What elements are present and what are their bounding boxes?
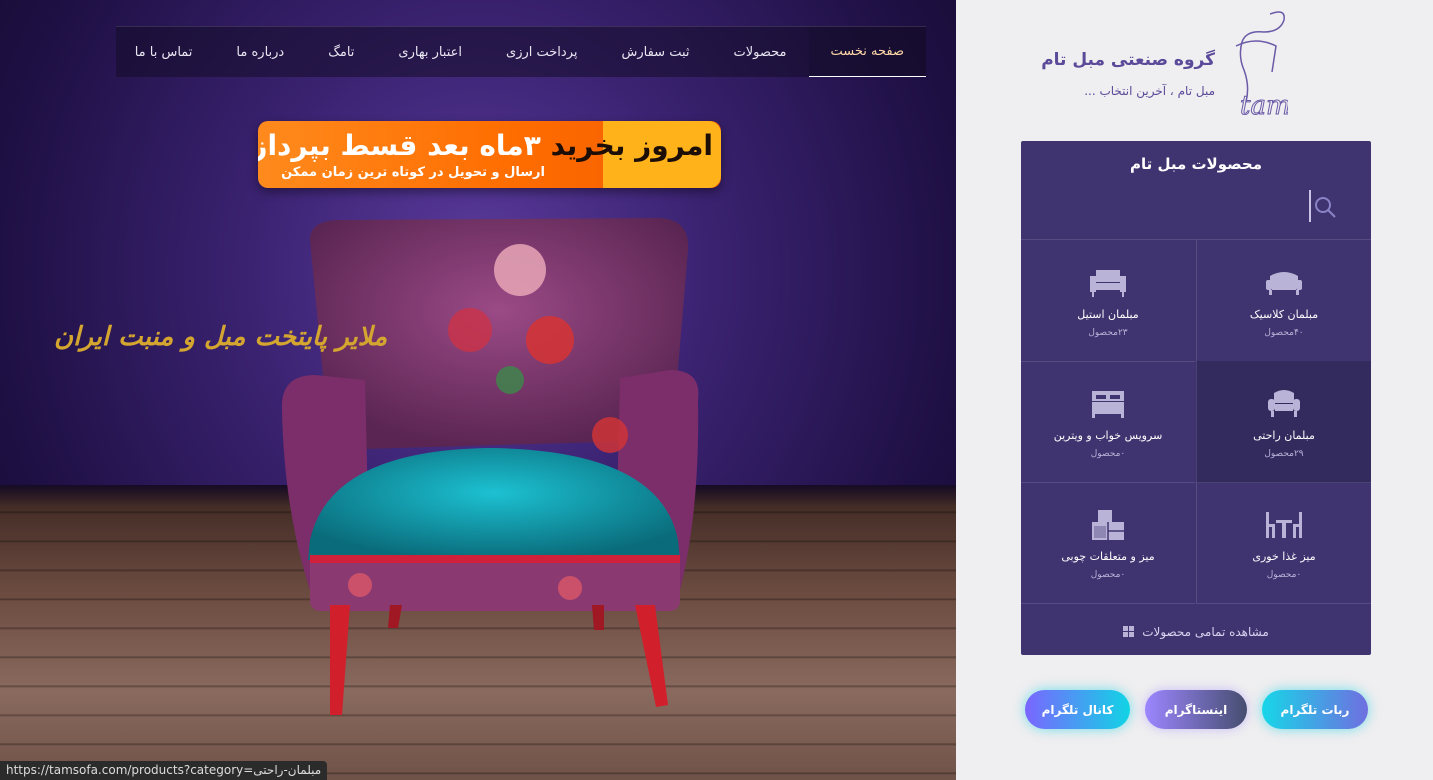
banner-subtitle: ارسال و تحویل در کوتاه ترین زمان ممکن xyxy=(281,165,545,180)
brand-title: گروه صنعتی مبل تام xyxy=(1041,50,1215,70)
grid-icon xyxy=(1123,626,1135,637)
category-label: مبلمان کلاسیک xyxy=(1249,308,1319,321)
telegram-bot-button[interactable]: ربات تلگرام xyxy=(1262,690,1368,729)
nav-order[interactable]: ثبت سفارش xyxy=(600,27,712,77)
category-label: میز غذا خوری xyxy=(1252,550,1316,563)
category-count: ۰محصول xyxy=(1266,570,1302,580)
banner-title-pay: بعد قسط بپردازید xyxy=(258,129,470,162)
slogan-text: ملایر پایتخت مبل و منبت ایران xyxy=(54,322,388,352)
search-icon[interactable] xyxy=(1313,195,1337,219)
brand-tagline: مبل تام ، آخرین انتخاب ... xyxy=(1084,84,1215,98)
product-search[interactable] xyxy=(1021,185,1371,239)
category-bedroom[interactable]: سرویس خواب و ویترین ۰محصول xyxy=(1021,361,1195,483)
category-label: مبلمان راحتی xyxy=(1253,429,1315,442)
search-input[interactable] xyxy=(1309,190,1311,222)
nav-about[interactable]: درباره ما xyxy=(214,27,306,77)
category-dining[interactable]: میز غذا خوری ۰محصول xyxy=(1196,482,1371,604)
classic-sofa-icon xyxy=(1266,272,1302,295)
category-wooden[interactable]: میز و متعلقات چوبی ۰محصول xyxy=(1021,482,1195,604)
telegram-channel-button[interactable]: کانال تلگرام xyxy=(1025,690,1130,729)
hero-banner: صفحه نخست محصولات ثبت سفارش پرداخت ارزی … xyxy=(0,0,956,780)
category-count: ۲۹محصول xyxy=(1264,449,1304,459)
view-all-label: مشاهده تمامی محصولات xyxy=(1142,624,1269,639)
category-label: مبلمان استیل xyxy=(1077,308,1139,321)
nav-home[interactable]: صفحه نخست xyxy=(808,27,926,77)
nav-currency-payment[interactable]: پرداخت ارزی xyxy=(484,27,599,77)
svg-text:tam: tam xyxy=(1240,91,1288,120)
category-count: ۰محصول xyxy=(1090,449,1126,459)
armchair-illustration xyxy=(281,218,699,715)
category-count: ۴۰محصول xyxy=(1264,328,1304,338)
nav-spring-credit[interactable]: اعتبار بهاری xyxy=(376,27,484,77)
bed-icon xyxy=(1092,391,1124,418)
banner-title-months: ۳ماه xyxy=(479,129,541,162)
products-panel-title: محصولات مبل تام xyxy=(1129,155,1263,173)
installment-promo-banner[interactable]: امروز بخرید ۳ماه بعد قسط بپردازید ارسال … xyxy=(258,121,721,188)
products-panel: محصولات مبل تام مبلمان کلاسیک ۴۰محصول مب… xyxy=(1021,141,1371,655)
category-count: ۲۳محصول xyxy=(1088,328,1128,338)
category-classic[interactable]: مبلمان کلاسیک ۴۰محصول xyxy=(1196,240,1371,362)
category-label: میز و متعلقات چوبی xyxy=(1061,550,1155,563)
cabinet-icon xyxy=(1092,510,1124,540)
view-all-products-link[interactable]: مشاهده تمامی محصولات xyxy=(1021,608,1371,655)
category-grid: مبلمان کلاسیک ۴۰محصول مبلمان استیل ۲۳محص… xyxy=(1021,239,1371,608)
armchair-icon xyxy=(1268,390,1300,417)
category-steel[interactable]: مبلمان استیل ۲۳محصول xyxy=(1021,240,1195,362)
dining-table-icon xyxy=(1266,512,1302,538)
nav-tamag[interactable]: تامگ xyxy=(306,27,376,77)
browser-status-bar: https://tamsofa.com/products?category=مب… xyxy=(0,761,328,780)
main-nav: صفحه نخست محصولات ثبت سفارش پرداخت ارزی … xyxy=(116,26,926,77)
category-comfort[interactable]: مبلمان راحتی ۲۹محصول xyxy=(1196,361,1371,483)
nav-contact[interactable]: تماس با ما xyxy=(113,27,215,77)
banner-title: امروز بخرید ۳ماه بعد قسط بپردازید xyxy=(258,129,713,162)
instagram-button[interactable]: اینستاگرام xyxy=(1145,690,1247,729)
category-count: ۰محصول xyxy=(1090,570,1126,580)
tam-logo-icon[interactable]: tam xyxy=(1226,6,1288,120)
steel-sofa-icon xyxy=(1090,270,1126,297)
nav-products[interactable]: محصولات xyxy=(712,27,809,77)
category-label: سرویس خواب و ویترین xyxy=(1053,429,1163,442)
banner-title-buy: امروز بخرید xyxy=(550,129,713,162)
